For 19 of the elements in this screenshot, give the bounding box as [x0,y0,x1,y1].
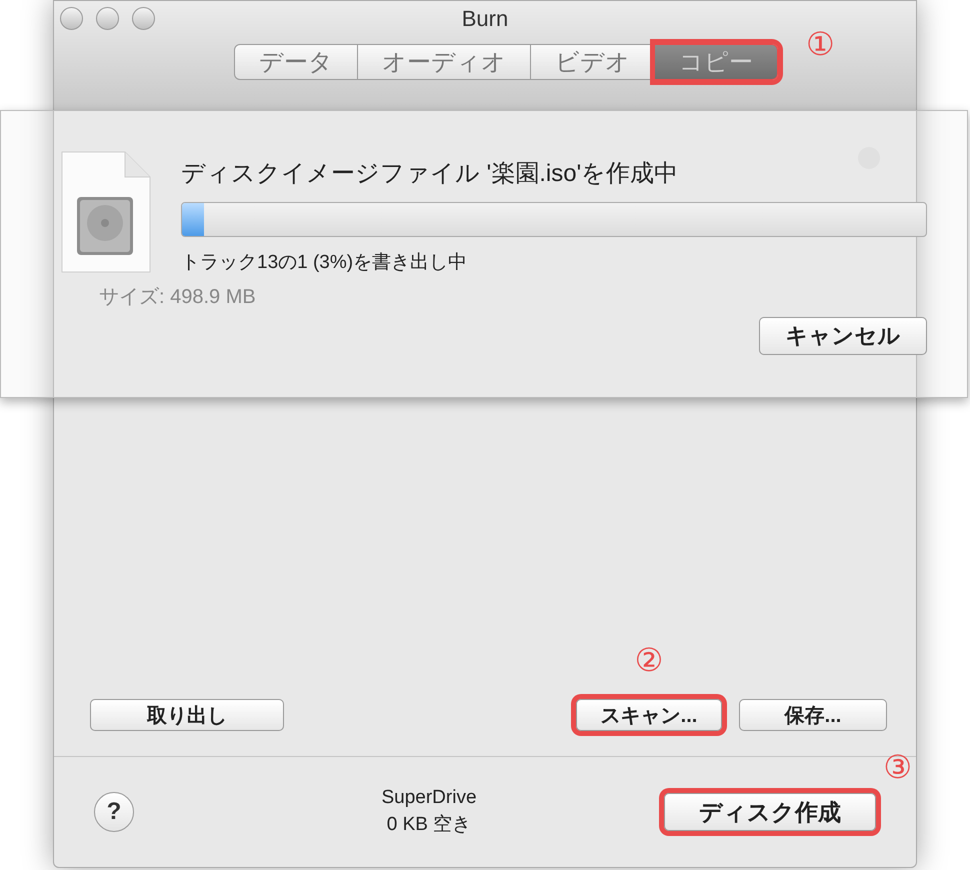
callout-number: ② [634,644,664,676]
drive-name: SuperDrive [381,786,477,810]
tab[interactable]: データ [234,44,358,80]
cancel-button[interactable]: キャンセル [759,317,927,355]
close-window-button[interactable] [60,7,83,30]
callout-number: ① [806,28,835,60]
help-button[interactable]: ? [94,792,134,832]
action-button[interactable]: 取り出し [90,699,284,731]
disk-image-file-icon [61,151,151,273]
zoom-window-button[interactable] [132,7,155,30]
callout-number: ③ [883,751,912,783]
window-title: Burn [462,6,508,32]
progress-status: トラック13の1 (3%)を書き出し中 [181,251,468,275]
size-label: サイズ: 498.9 MB [99,285,256,310]
minimize-window-button[interactable] [96,7,119,30]
action-button[interactable]: 保存... [739,699,887,731]
progress-title: ディスクイメージファイル '楽園.iso'を作成中 [181,159,680,189]
free-space: 0 KB 空き [386,813,472,837]
tab[interactable]: オーディオ [358,44,531,80]
